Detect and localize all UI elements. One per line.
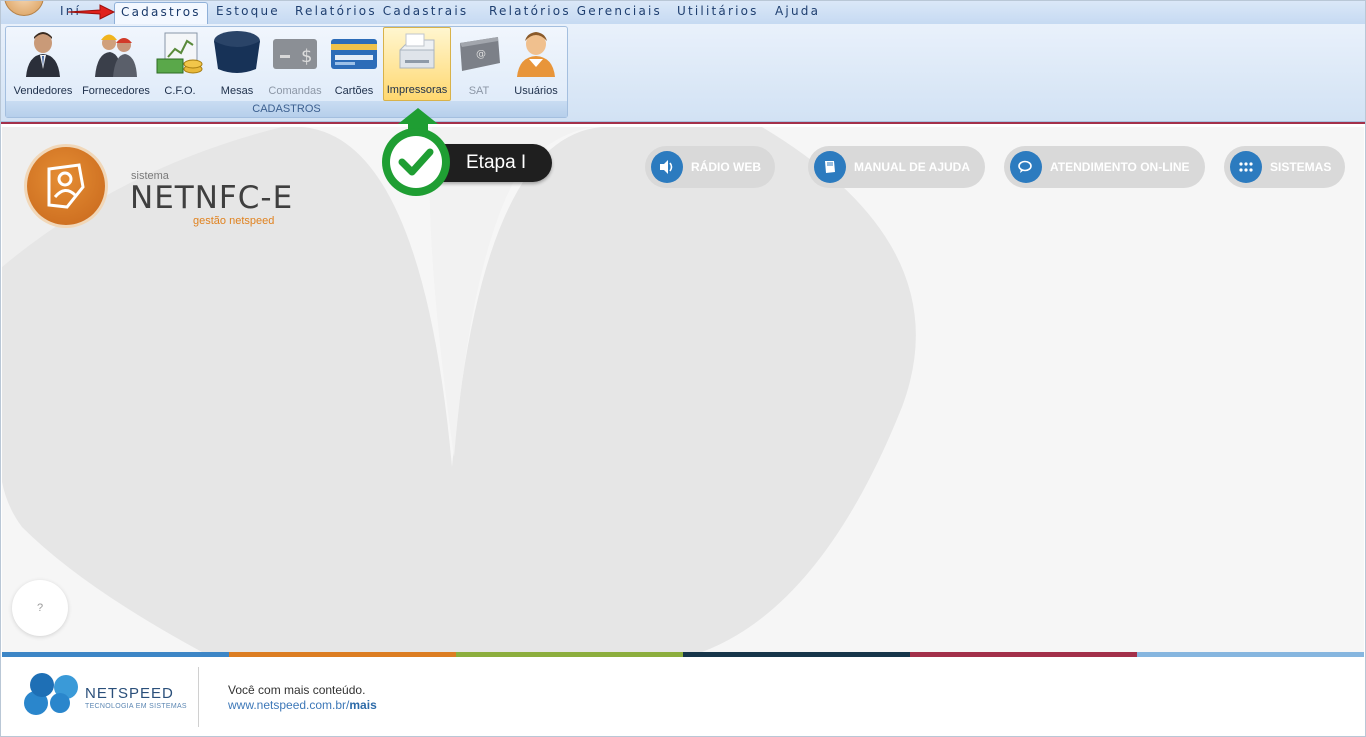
impressoras-button[interactable]: Impressoras xyxy=(383,27,451,101)
header-divider xyxy=(0,122,1366,126)
workers-icon xyxy=(95,34,137,77)
menu-utilitarios[interactable]: Utilitários xyxy=(677,4,759,18)
netspeed-name: NETSPEED xyxy=(85,685,174,702)
footer-link-suffix: mais xyxy=(349,698,377,712)
main-area: sistema NETNFC-E gestão netspeed RÁDIO W… xyxy=(2,127,1364,652)
sistemas-button[interactable]: SISTEMAS xyxy=(1224,146,1345,188)
menu-cadastros[interactable]: Cadastros xyxy=(114,2,208,25)
usuarios-label: Usuários xyxy=(514,85,558,97)
menu-relatorios-gerenciais[interactable]: Relatórios Gerenciais xyxy=(489,4,662,18)
printer-icon xyxy=(399,33,435,69)
menu-estoque[interactable]: Estoque xyxy=(216,4,280,18)
table-icon xyxy=(214,31,260,73)
speaker-icon xyxy=(651,151,683,183)
menu-bar: Iní Cadastros Estoque Relatórios Cadastr… xyxy=(0,0,1366,25)
radio-web-label: RÁDIO WEB xyxy=(691,160,761,174)
mesas-button[interactable]: Mesas xyxy=(211,29,263,101)
footer-link[interactable]: www.netspeed.com.br/mais xyxy=(228,698,377,712)
person-card-icon xyxy=(47,163,85,209)
manual-ajuda-button[interactable]: MANUAL DE AJUDA xyxy=(808,146,985,188)
footer-slogan: Você com mais conteúdo. xyxy=(228,683,366,697)
menu-relatorios-cadastrais[interactable]: Relatórios Cadastrais xyxy=(295,4,468,18)
step-callout-label: Etapa I xyxy=(440,144,552,182)
atendimento-online-button[interactable]: ATENDIMENTO ON-LINE xyxy=(1004,146,1205,188)
footer: NETSPEED TECNOLOGIA EM SISTEMAS Você com… xyxy=(0,657,1366,737)
footer-divider xyxy=(198,667,199,727)
cartoes-label: Cartões xyxy=(334,85,374,97)
credit-card-icon xyxy=(331,39,377,69)
businessman-icon xyxy=(26,32,60,77)
comandas-label: Comandas xyxy=(268,85,322,97)
cfo-button[interactable]: C.F.O. xyxy=(155,29,205,101)
wallet-icon: $ xyxy=(273,39,317,69)
footer-link-prefix: www.netspeed.com.br/ xyxy=(228,698,350,712)
vendedores-button[interactable]: Vendedores xyxy=(9,29,77,101)
step-check-marker xyxy=(382,108,450,196)
sat-button[interactable]: @ SAT xyxy=(455,29,503,101)
fornecedores-button[interactable]: Fornecedores xyxy=(79,29,153,101)
help-button[interactable]: ? xyxy=(12,580,68,636)
radio-web-button[interactable]: RÁDIO WEB xyxy=(645,146,775,188)
pointer-arrow-icon xyxy=(67,4,116,20)
cfo-label: C.F.O. xyxy=(164,85,196,97)
group-caption: CADASTROS xyxy=(6,101,567,117)
app-menu-orb[interactable] xyxy=(4,0,44,16)
impressoras-label: Impressoras xyxy=(386,84,448,96)
user-icon xyxy=(517,32,555,77)
ribbon-group-cadastros: Vendedores Fornecedores C.F.O. Mesas $ C… xyxy=(5,26,568,118)
sistemas-label: SISTEMAS xyxy=(1270,160,1332,174)
atendimento-online-label: ATENDIMENTO ON-LINE xyxy=(1050,160,1190,174)
mesas-label: Mesas xyxy=(220,85,254,97)
svg-text:@: @ xyxy=(476,49,486,60)
sat-label: SAT xyxy=(468,85,490,97)
usuarios-button[interactable]: Usuários xyxy=(509,29,563,101)
fornecedores-label: Fornecedores xyxy=(82,85,150,97)
chat-bubbles-icon xyxy=(1010,151,1042,183)
manual-ajuda-label: MANUAL DE AJUDA xyxy=(854,160,971,174)
chart-money-icon xyxy=(156,32,203,74)
book-icon xyxy=(814,151,846,183)
netspeed-tagline: TECNOLOGIA EM SISTEMAS xyxy=(85,703,187,710)
vendedores-label: Vendedores xyxy=(13,85,73,97)
logo-subtitle: gestão netspeed xyxy=(193,215,275,227)
netnfce-logo xyxy=(27,147,105,225)
comandas-button[interactable]: $ Comandas xyxy=(267,29,323,101)
ribbon-panel: Vendedores Fornecedores C.F.O. Mesas $ C… xyxy=(0,24,1366,122)
netspeed-logo-icon xyxy=(24,673,78,715)
menu-ajuda[interactable]: Ajuda xyxy=(775,4,820,18)
svg-text:$: $ xyxy=(301,46,312,67)
grid-dots-icon xyxy=(1230,151,1262,183)
cartoes-button[interactable]: Cartões xyxy=(329,29,379,101)
sat-device-icon: @ xyxy=(460,37,500,71)
logo-name: NETNFC-E xyxy=(130,180,294,216)
